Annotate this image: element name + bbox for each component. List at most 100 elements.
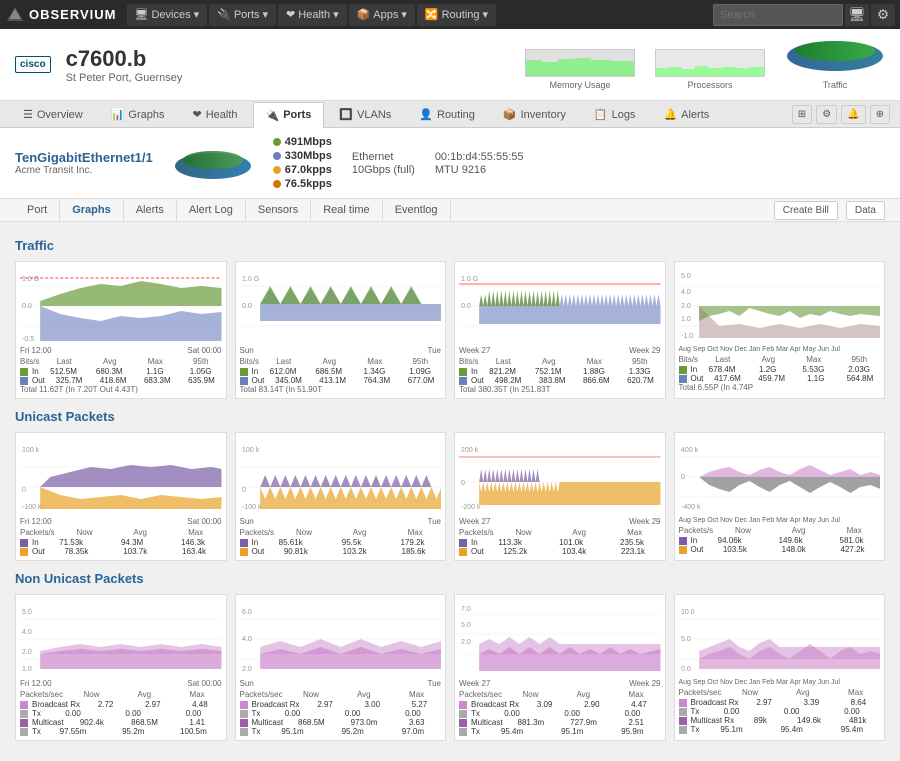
user-menu-btn[interactable]: ⚙ [871,4,895,26]
nonuticast-chart-1year: 10.0 5.0 0.0 Aug Sep Oct Nov Dec Jan Feb… [674,594,886,741]
traffic-time-1year: Aug Sep Oct Nov Dec Jan Feb Mar Apr May … [679,346,881,353]
svg-text:5.0: 5.0 [681,273,691,280]
device-info: c7600.b St Peter Port, Guernsey [66,46,183,84]
alerts-icon: 🔔 [663,108,677,121]
traffic-chart-1week: 1.0 G 0.0 Sun Tue Bits/sLast Avg Max 95t… [235,261,447,399]
svg-text:-100 k: -100 k [242,504,262,511]
chevron-down-icon3: ▾ [333,8,339,21]
port-speeds: 491Mbps 330Mbps 67.0kpps 76.5kpps [273,136,332,190]
health-menu[interactable]: ❤ Health ▾ [278,4,347,26]
tab-inventory[interactable]: 📦 Inventory [490,101,579,127]
traffic-svg-2day: 1.0 G 0.0 -0.5 [20,266,222,346]
unicast-chart-1year: 400 k 0 -400 k Aug Sep Oct Nov Dec Jan F… [674,432,886,561]
speed-pps2: 76.5kpps [285,178,332,190]
apps-icon: 📦 [357,8,371,21]
svg-text:100 k: 100 k [242,447,260,454]
traffic-svg-year: 5.0 4.0 2.0 1.0 -1.0 [679,266,881,346]
tab-health[interactable]: ❤ Health [180,101,251,127]
tab-vlans[interactable]: 🔲 VLANs [326,101,404,127]
svg-text:6.0: 6.0 [242,609,252,616]
out-speed-dot [273,152,281,160]
monitor-icon-btn[interactable]: 🖥 [845,4,869,26]
traffic-chart: Traffic [785,39,885,90]
device-location: St Peter Port, Guernsey [66,72,183,84]
tab-graphs[interactable]: 📊 Graphs [98,101,178,127]
subtab-eventlog[interactable]: Eventlog [383,199,451,221]
traffic-total-2day: Total 11.62T (In 7.20T Out 4.43T) [20,385,222,394]
chevron-down-icon2: ▾ [263,8,269,21]
unicast-svg-2day: 100 k 0 -100 k [20,437,222,517]
nonuticast-chart-1month: 7.0 5.0 2.0 Week 27 Week 29 Packets/secN… [454,594,666,741]
data-button[interactable]: Data [846,201,885,220]
traffic-svg-week: 1.0 G 0.0 [240,266,442,346]
routing-icon: 🔀 [425,8,439,21]
main-content: Traffic 1.0 G 0.0 -0.5 [0,222,900,761]
vlans-icon: 🔲 [339,108,353,121]
tab-routing[interactable]: 👤 Routing [406,101,488,127]
subtab-realtime[interactable]: Real time [311,199,382,221]
traffic-section-title: Traffic [15,238,885,253]
tab-icon-2[interactable]: ⚙ [816,105,837,124]
traffic-svg-month: 1.0 G 0.0 [459,266,661,346]
tab-logs[interactable]: 📋 Logs [581,101,649,127]
tab-alerts[interactable]: 🔔 Alerts [650,101,722,127]
pps-dot [273,166,281,174]
subtab-sensors[interactable]: Sensors [246,199,311,221]
devices-menu[interactable]: 🖥 Devices ▾ [127,4,208,26]
traffic-time-1month: Week 27 Week 29 [459,346,661,355]
svg-text:100 k: 100 k [22,447,40,454]
search-input[interactable] [713,4,843,26]
in-speed-dot [273,138,281,146]
traffic-chart-1year: 5.0 4.0 2.0 1.0 -1.0 Aug Sep Oct Nov Dec… [674,261,886,399]
unicast-svg-year: 400 k 0 -400 k [679,437,881,517]
create-bill-button[interactable]: Create Bill [774,201,838,220]
tab-ports[interactable]: 🔌 Ports [253,102,325,128]
logs-icon: 📋 [594,108,608,121]
svg-text:1.0: 1.0 [681,316,691,323]
svg-text:-400 k: -400 k [681,504,701,511]
port-info-bar: TenGigabitEthernet1/1 Acme Transit Inc. … [0,128,900,199]
nonuticast-chart-1week: 6.0 4.0 2.0 Sun Tue Packets/secNow Avg M… [235,594,447,741]
svg-text:-1.0: -1.0 [681,333,693,340]
port-name: TenGigabitEthernet1/1 [15,150,153,165]
device-name: c7600.b [66,46,183,72]
speed-out: 330Mbps [285,150,332,162]
traffic-stats-1month: Bits/sLast Avg Max 95th In 821.2M 752.1M… [459,357,661,394]
svg-text:0.0: 0.0 [242,303,252,310]
svg-text:4.0: 4.0 [22,629,32,636]
svg-text:-0.5: -0.5 [22,336,34,343]
port-vendor: Acme Transit Inc. [15,165,153,176]
tab-icon-1[interactable]: ⊞ [792,105,812,124]
ports-icon: 🔌 [217,8,231,21]
chevron-down-icon: ▾ [194,8,200,21]
chevron-down-icon5: ▾ [483,8,489,21]
subtab-port[interactable]: Port [15,199,60,221]
traffic-stats-2day: Bits/sLast Avg Max 95th In 512.5M 680.3M… [20,357,222,394]
nonuticast-chart-2day: 5.0 4.0 2.0 1.0 Fri 12:00 Sat 00:00 Pack… [15,594,227,741]
traffic-charts-row: 1.0 G 0.0 -0.5 Fri 12:00 Sat 00:00 Bits/… [15,261,885,399]
tab-action-icons: ⊞ ⚙ 🔔 ⊕ [792,105,890,124]
svg-text:0: 0 [242,487,246,494]
svg-text:0.0: 0.0 [461,303,471,310]
port-visual [173,146,253,181]
processor-label: Processors [655,80,765,90]
port-mac: 00:1b:d4:55:55:55 [435,151,524,163]
tab-overview[interactable]: ☰ Overview [10,101,96,127]
subtab-alerts[interactable]: Alerts [124,199,177,221]
ports-menu[interactable]: 🔌 Ports ▾ [209,4,276,26]
inventory-icon: 📦 [503,108,517,121]
unicast-chart-2day: 100 k 0 -100 k Fri 12:00 Sat 00:00 Packe… [15,432,227,561]
svg-text:400 k: 400 k [681,447,699,454]
svg-text:1.0 G: 1.0 G [461,276,478,283]
apps-menu[interactable]: 📦 Apps ▾ [349,4,415,26]
tab-icon-4[interactable]: ⊕ [870,105,890,124]
subtab-alertlog[interactable]: Alert Log [177,199,246,221]
unicast-svg-month: 200 k 0 -200 k [459,437,661,517]
device-charts: Memory Usage Processors [525,39,885,90]
routing-menu[interactable]: 🔀 Routing ▾ [417,4,496,26]
unicast-charts-row: 100 k 0 -100 k Fri 12:00 Sat 00:00 Packe… [15,432,885,561]
top-navigation: OBSERVIUM 🖥 Devices ▾ 🔌 Ports ▾ ❤ Health… [0,0,900,29]
svg-text:2.0: 2.0 [681,303,691,310]
tab-icon-3[interactable]: 🔔 [841,105,865,124]
subtab-graphs[interactable]: Graphs [60,199,124,221]
